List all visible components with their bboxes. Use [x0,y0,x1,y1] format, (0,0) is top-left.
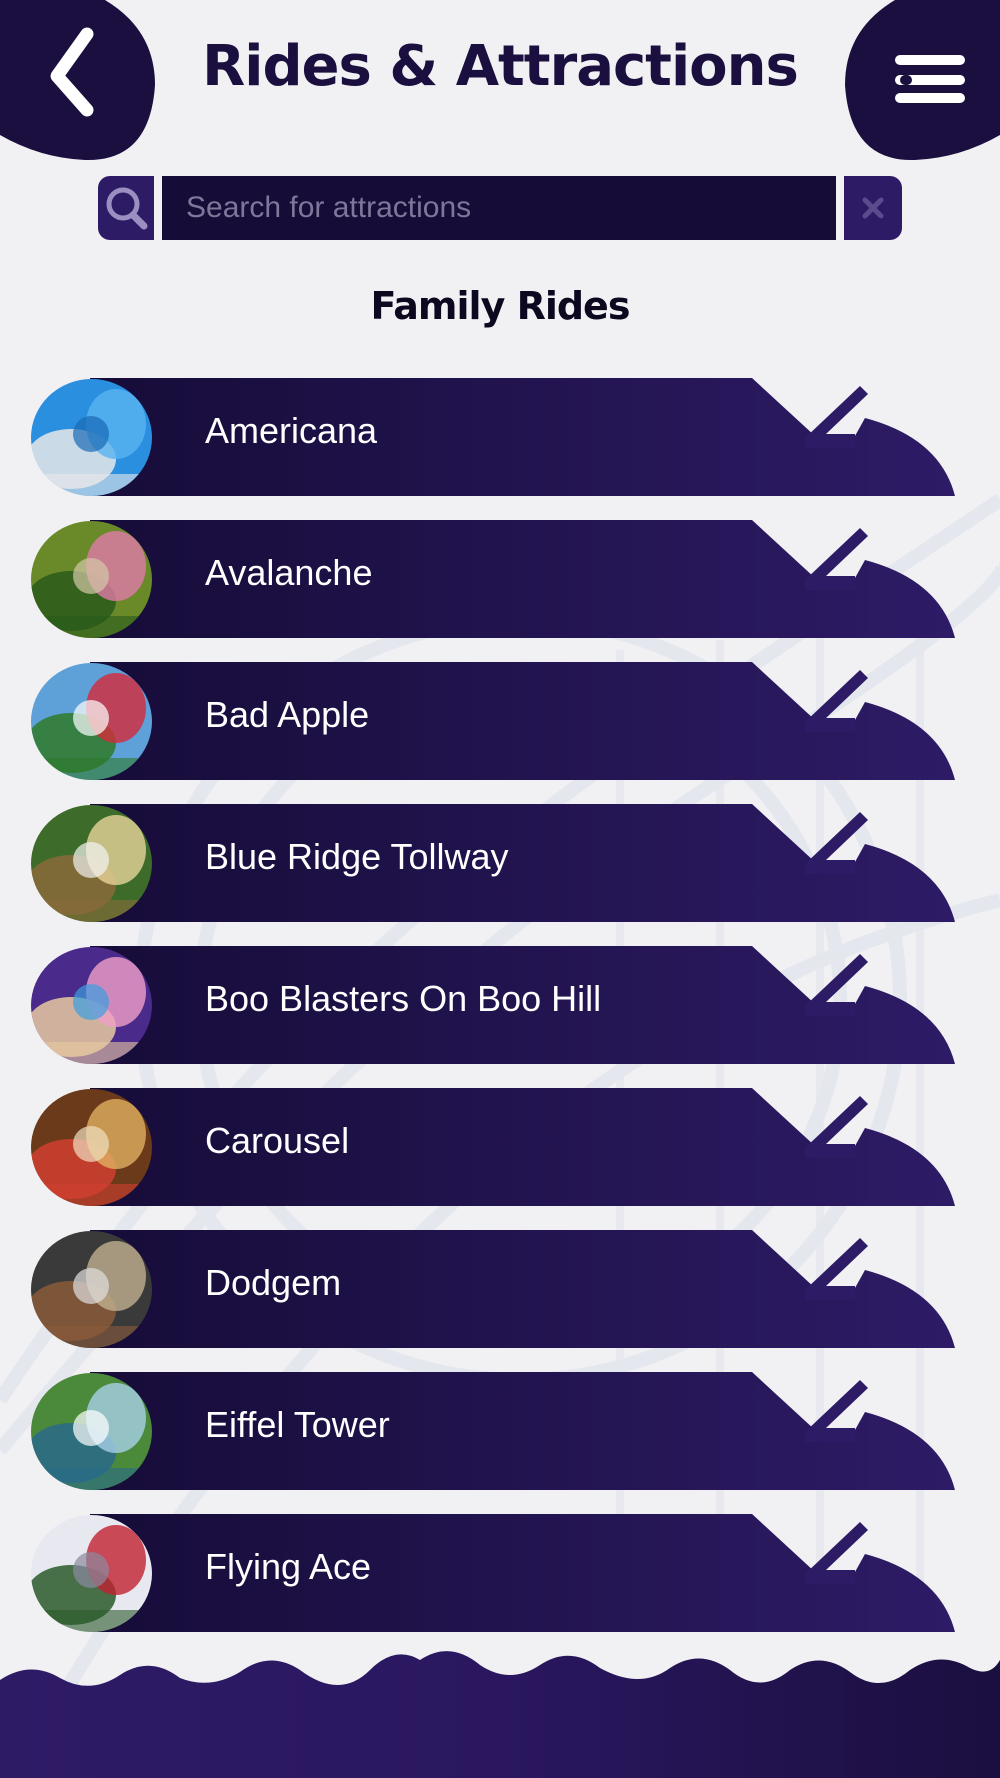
menu-button[interactable] [845,0,1000,162]
bumper-cars-photo [31,1231,152,1348]
footer-crowd-silhouette [0,1651,1000,1778]
ride-list-item[interactable]: Avalanche [0,520,1000,640]
antique-cars-photo [31,805,152,922]
ride-label: Americana [205,410,378,451]
eiffel-tower-photo [31,1373,152,1490]
close-icon [862,197,884,219]
search-bar [98,176,902,240]
ferris-wheel-photo [31,379,152,496]
ride-list-item[interactable]: Blue Ridge Tollway [0,804,1000,924]
ride-label: Avalanche [205,552,373,593]
section-title: Family Rides [370,284,631,328]
ride-list-item[interactable]: Dodgem [0,1230,1000,1350]
search-button[interactable] [98,176,154,240]
red-swing-ride-photo [31,663,152,780]
ride-list-item[interactable]: Flying Ace [0,1514,1000,1634]
carousel-photo [31,1089,152,1206]
ride-list-item[interactable]: Carousel [0,1088,1000,1208]
ride-label: Eiffel Tower [205,1404,390,1445]
search-input[interactable] [162,176,836,240]
ride-label: Bad Apple [205,694,370,735]
ride-label: Carousel [205,1120,350,1161]
ride-label: Blue Ridge Tollway [205,836,509,877]
ride-label: Boo Blasters On Boo Hill [205,978,602,1019]
hamburger-menu-icon [895,55,965,103]
ride-label: Dodgem [205,1262,342,1303]
ride-list-item[interactable]: Eiffel Tower [0,1372,1000,1492]
kids-with-blasters-photo [31,947,152,1064]
ride-list-item[interactable]: Americana [0,378,1000,498]
clear-search-button[interactable] [844,176,902,240]
ride-list-item[interactable]: Bad Apple [0,662,1000,782]
flying-ace-photo [31,1515,152,1632]
kids-on-coaster-photo [31,521,152,638]
ride-list-item[interactable]: Boo Blasters On Boo Hill [0,946,1000,1066]
ride-label: Flying Ace [205,1546,372,1587]
search-icon [106,187,148,230]
